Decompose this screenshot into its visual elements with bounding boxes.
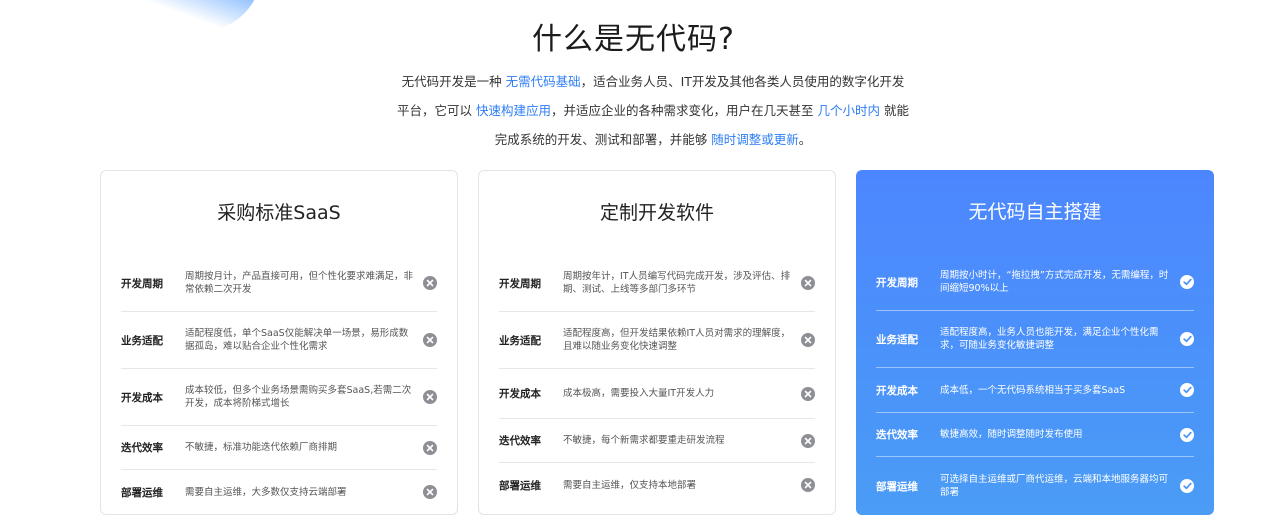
close-circle-icon xyxy=(801,386,815,401)
card-no-code-builder: 无代码自主搭建 开发周期 周期按小时计，“拖拉拽”方式完成开发，无需编程，时间缩短… xyxy=(856,170,1214,515)
row-description: 需要自主运维，大多数仅支持云端部署 xyxy=(185,486,347,498)
card-title: 无代码自主搭建 xyxy=(968,201,1102,223)
row-description: 可选择自主运维或厂商代运维，云端和本地服务器均可部署 xyxy=(940,474,1169,498)
comparison-row: 迭代效率 不敏捷，标准功能迭代依赖厂商排期 xyxy=(121,426,437,470)
card-rows: 开发周期 周期按月计，产品直接可用，但个性化要求难满足，非常依赖二次开发业务适配 适… xyxy=(121,255,437,514)
row-description: 不敏捷，每个新需求都要重走研发流程 xyxy=(563,435,725,446)
comparison-row: 部署运维 需要自主运维，仅支持本地部署 xyxy=(499,463,815,507)
row-label: 开发周期 xyxy=(121,277,163,290)
check-circle-icon xyxy=(1180,383,1194,397)
intro-text: ，适合业务人员、IT开发及其他各类人员使用的数字化开发 xyxy=(580,74,905,89)
row-description: 周期按小时计，“拖拉拽”方式完成开发，无需编程，时间缩短90%以上 xyxy=(940,270,1169,294)
row-label: 开发成本 xyxy=(876,384,918,397)
comparison-row: 开发成本 成本低，一个无代码系统相当于买多套SaaS xyxy=(876,368,1194,413)
row-description: 适配程度高，但开发结果依赖IT人员对需求的理解度，且难以随业务变化快速调整 xyxy=(563,328,791,352)
intro-text: 平台，它可以 xyxy=(397,103,476,118)
comparison-row: 部署运维 需要自主运维，大多数仅支持云端部署 xyxy=(121,470,437,514)
comparison-row: 开发周期 周期按小时计，“拖拉拽”方式完成开发，无需编程，时间缩短90%以上 xyxy=(876,254,1194,311)
row-label: 迭代效率 xyxy=(499,435,541,447)
card-rows: 开发周期 周期按小时计，“拖拉拽”方式完成开发，无需编程，时间缩短90%以上业务适… xyxy=(876,254,1194,515)
intro-highlight-text: 随时调整或更新 xyxy=(711,132,799,147)
row-label: 业务适配 xyxy=(121,334,163,347)
intro-text: 无代码开发是一种 xyxy=(401,74,506,89)
comparison-row: 迭代效率 不敏捷，每个新需求都要重走研发流程 xyxy=(499,419,815,463)
row-label: 部署运维 xyxy=(121,486,163,499)
comparison-row: 开发周期 周期按年计，IT人员编写代码完成开发，涉及评估、排期、测试、上线等多部门… xyxy=(499,255,815,312)
intro-text: ，并适应企业的各种需求变化，用户在几天甚至 xyxy=(551,103,818,118)
row-label: 开发周期 xyxy=(876,276,918,289)
row-description: 适配程度低，单个SaaS仅能解决单一场景，易形成数据孤岛，难以贴合企业个性化需求 xyxy=(185,328,409,352)
card-title: 采购标准SaaS xyxy=(217,202,341,224)
row-description: 成本较低，但多个业务场景需购买多套SaaS,若需二次开发，成本将阶梯式增长 xyxy=(185,385,412,409)
close-circle-icon xyxy=(423,333,437,347)
card-standard-saas: 采购标准SaaS 开发周期 周期按月计，产品直接可用，但个性化要求难满足，非常依赖… xyxy=(100,170,458,515)
comparison-row: 部署运维 可选择自主运维或厂商代运维，云端和本地服务器均可部署 xyxy=(876,457,1194,515)
row-description: 周期按月计，产品直接可用，但个性化要求难满足，非常依赖二次开发 xyxy=(185,271,414,295)
intro-highlight-text: 快速构建应用 xyxy=(475,103,551,118)
row-label: 部署运维 xyxy=(499,479,541,492)
comparison-row: 迭代效率 敏捷高效，随时调整随时发布使用 xyxy=(876,413,1194,457)
row-label: 开发成本 xyxy=(499,388,541,400)
close-circle-icon xyxy=(423,390,437,404)
close-circle-icon xyxy=(423,485,437,499)
row-label: 迭代效率 xyxy=(121,442,163,454)
intro-text: 就能 xyxy=(880,103,909,118)
comparison-row: 开发成本 成本极高，需要投入大量IT开发人力 xyxy=(499,369,815,419)
comparison-row: 业务适配 适配程度高，但开发结果依赖IT人员对需求的理解度，且难以随业务变化快速调… xyxy=(499,312,815,369)
close-circle-icon xyxy=(801,276,815,290)
close-circle-icon xyxy=(423,440,437,455)
row-label: 业务适配 xyxy=(876,333,918,346)
row-description: 成本极高，需要投入大量IT开发人力 xyxy=(563,388,715,399)
row-description: 敏捷高效，随时调整随时发布使用 xyxy=(940,429,1083,440)
intro-text: 。 xyxy=(798,132,812,147)
close-circle-icon xyxy=(801,433,815,448)
comparison-row: 业务适配 适配程度高，业务人员也能开发，满足企业个性化需求，可随业务变化敏捷调整 xyxy=(876,311,1194,368)
page-title: 什么是无代码? xyxy=(532,22,735,57)
row-label: 开发周期 xyxy=(499,277,541,290)
intro-paragraph: 无代码开发是一种 无需代码基础，适合业务人员、IT开发及其他各类人员使用的数字化… xyxy=(333,67,973,154)
row-label: 开发成本 xyxy=(121,391,163,404)
card-rows: 开发周期 周期按年计，IT人员编写代码完成开发，涉及评估、排期、测试、上线等多部门… xyxy=(499,255,815,507)
intro-highlight-text: 无需代码基础 xyxy=(505,74,581,89)
row-label: 部署运维 xyxy=(876,480,918,493)
comparison-row: 开发周期 周期按月计，产品直接可用，但个性化要求难满足，非常依赖二次开发 xyxy=(121,255,437,312)
check-circle-icon xyxy=(1180,479,1194,493)
check-circle-icon xyxy=(1180,275,1194,289)
check-circle-icon xyxy=(1180,427,1194,442)
intro-line-1: 无代码开发是一种 无需代码基础，适合业务人员、IT开发及其他各类人员使用的数字化… xyxy=(333,67,973,96)
close-circle-icon xyxy=(423,276,437,290)
row-description: 不敏捷，标准功能迭代依赖厂商排期 xyxy=(185,442,338,453)
card-custom-development: 定制开发软件 开发周期 周期按年计，IT人员编写代码完成开发，涉及评估、排期、测试… xyxy=(478,170,836,515)
row-label: 业务适配 xyxy=(499,334,541,347)
row-description: 需要自主运维，仅支持本地部署 xyxy=(563,479,697,491)
row-description: 适配程度高，业务人员也能开发，满足企业个性化需求，可随业务变化敏捷调整 xyxy=(940,327,1159,351)
row-description: 成本低，一个无代码系统相当于买多套SaaS xyxy=(940,384,1126,396)
intro-text: 完成系统的开发、测试和部署，并能够 xyxy=(494,132,712,147)
close-circle-icon xyxy=(801,478,815,492)
row-label: 迭代效率 xyxy=(876,429,918,441)
intro-highlight-text: 几个小时内 xyxy=(817,103,880,118)
check-circle-icon xyxy=(1180,332,1194,346)
intro-line-3: 完成系统的开发、测试和部署，并能够 随时调整或更新。 xyxy=(333,125,973,154)
card-title: 定制开发软件 xyxy=(599,202,714,224)
comparison-row: 业务适配 适配程度低，单个SaaS仅能解决单一场景，易形成数据孤岛，难以贴合企业个… xyxy=(121,312,437,369)
comparison-row: 开发成本 成本较低，但多个业务场景需购买多套SaaS,若需二次开发，成本将阶梯式增… xyxy=(121,369,437,426)
row-description: 周期按年计，IT人员编写代码完成开发，涉及评估、排期、测试、上线等多部门多环节 xyxy=(563,271,791,295)
intro-line-2: 平台，它可以 快速构建应用，并适应企业的各种需求变化，用户在几天甚至 几个小时内… xyxy=(333,96,973,125)
close-circle-icon xyxy=(801,333,815,347)
